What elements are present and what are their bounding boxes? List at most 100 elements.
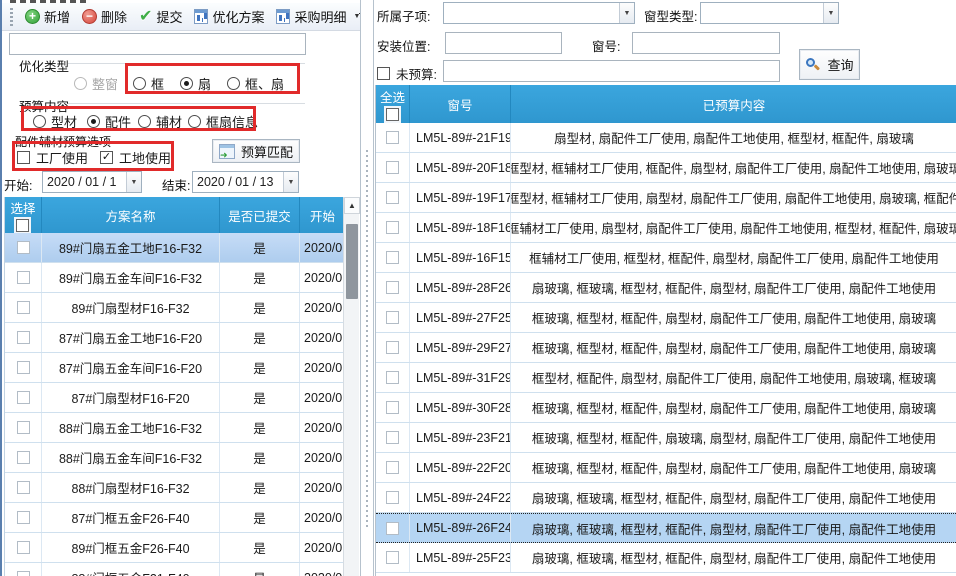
row-checkbox[interactable]: [386, 311, 399, 324]
plan-table-row[interactable]: 88#门扇五金车间F16-F32 是 2020/0: [5, 443, 343, 473]
budget-table-row[interactable]: LM5L-89#-30F28 框玻璃, 框型材, 框配件, 扇型材, 扇配件工厂…: [376, 393, 956, 423]
radio-profile[interactable]: 型材: [33, 112, 77, 131]
budget-table-row[interactable]: LM5L-89#-16F15 框辅材工厂使用, 框型材, 框配件, 扇型材, 扇…: [376, 243, 956, 273]
plan-table-row[interactable]: 89#门扇五金车间F16-F32 是 2020/0: [5, 263, 343, 293]
no-budget-input[interactable]: [443, 60, 780, 82]
budget-table-row[interactable]: LM5L-89#-25F23 扇玻璃, 框玻璃, 框型材, 框配件, 扇型材, …: [376, 543, 956, 573]
window-no-input[interactable]: [632, 32, 780, 54]
checkbox-icon: [377, 67, 390, 80]
row-checkbox[interactable]: [386, 551, 399, 564]
plan-table-row[interactable]: 87#门扇型材F16-F20 是 2020/0: [5, 383, 343, 413]
install-position-input[interactable]: [445, 32, 562, 54]
row-checkbox[interactable]: [17, 391, 30, 404]
optimize-plan-button[interactable]: 优化方案: [188, 4, 270, 29]
row-checkbox[interactable]: [17, 361, 30, 374]
budget-content-column-header[interactable]: 已预算内容: [511, 85, 956, 123]
radio-profile-label: 型材: [51, 112, 77, 131]
budget-select-all-header[interactable]: 全选: [376, 85, 410, 123]
radio-whole-window[interactable]: 整窗: [74, 74, 118, 93]
scrollbar-thumb[interactable]: [346, 224, 358, 299]
panel-splitter[interactable]: [360, 0, 374, 576]
budget-table-row[interactable]: LM5L-89#-21F19 扇型材, 扇配件工厂使用, 扇配件工地使用, 框型…: [376, 123, 956, 153]
plan-select-column-header[interactable]: 选择: [5, 197, 42, 233]
factory-use-checkbox[interactable]: 工厂使用: [17, 148, 88, 167]
row-checkbox[interactable]: [17, 541, 30, 554]
row-checkbox[interactable]: [386, 251, 399, 264]
scroll-up-icon[interactable]: ▲: [344, 197, 360, 214]
row-checkbox[interactable]: [17, 271, 30, 284]
radio-frame-sash-info[interactable]: 框扇信息: [188, 112, 258, 131]
window-type-combo[interactable]: ▼: [700, 2, 839, 24]
row-checkbox[interactable]: [386, 522, 399, 535]
delete-button[interactable]: − 删除: [76, 4, 133, 29]
submit-button[interactable]: ✔ 提交: [133, 4, 188, 29]
plan-table-row[interactable]: 89#门框五金F26-F40 是 2020/0: [5, 533, 343, 563]
plan-start-cell: 2020/0: [300, 233, 343, 262]
row-checkbox[interactable]: [386, 401, 399, 414]
window-no-column-header[interactable]: 窗号: [410, 85, 511, 123]
window-no-cell: LM5L-89#-28F26: [410, 273, 511, 302]
row-checkbox[interactable]: [386, 371, 399, 384]
radio-fitting[interactable]: 配件: [87, 112, 131, 131]
add-button[interactable]: + 新增: [19, 4, 76, 29]
budget-table-row[interactable]: LM5L-89#-31F29 框型材, 框配件, 扇型材, 扇配件工厂使用, 扇…: [376, 363, 956, 393]
row-checkbox[interactable]: [386, 221, 399, 234]
plan-start-column-header[interactable]: 开始: [300, 197, 343, 233]
budget-table-row[interactable]: LM5L-89#-28F26 扇玻璃, 框玻璃, 框型材, 框配件, 扇型材, …: [376, 273, 956, 303]
row-checkbox[interactable]: [17, 331, 30, 344]
row-checkbox[interactable]: [17, 451, 30, 464]
start-date-picker[interactable]: 2020 / 01 / 1 ▼: [42, 171, 142, 193]
window-no-cell: LM5L-89#-21F19: [410, 123, 511, 152]
budget-table-row[interactable]: LM5L-89#-18F16 框辅材工厂使用, 扇型材, 扇配件工厂使用, 扇配…: [376, 213, 956, 243]
plan-table-row[interactable]: 88#门框五金F21-F40 是 2020/0: [5, 563, 343, 576]
budget-table-row-selected[interactable]: LM5L-89#-26F24 扇玻璃, 框玻璃, 框型材, 框配件, 扇型材, …: [376, 513, 956, 543]
query-button[interactable]: 查询: [799, 49, 860, 80]
plan-table-row[interactable]: 89#门扇五金工地F16-F32 是 2020/0: [5, 233, 343, 263]
budget-table-row[interactable]: LM5L-89#-19F17 框型材, 框辅材工厂使用, 扇型材, 扇配件工厂使…: [376, 183, 956, 213]
radio-frame[interactable]: 框: [133, 74, 164, 93]
end-date-picker[interactable]: 2020 / 01 / 13 ▼: [192, 171, 299, 193]
purchase-detail-button[interactable]: 采购明细 ▼: [270, 4, 366, 29]
budget-table-row[interactable]: LM5L-89#-20F18 框型材, 框辅材工厂使用, 框配件, 扇型材, 扇…: [376, 153, 956, 183]
plan-table-row[interactable]: 88#门扇五金工地F16-F32 是 2020/0: [5, 413, 343, 443]
radio-auxiliary[interactable]: 辅材: [138, 112, 182, 131]
plan-table-row[interactable]: 87#门框五金F26-F40 是 2020/0: [5, 503, 343, 533]
plan-table-scrollbar[interactable]: ▲: [343, 197, 359, 576]
plan-table-row[interactable]: 87#门扇五金车间F16-F20 是 2020/0: [5, 353, 343, 383]
row-checkbox[interactable]: [17, 481, 30, 494]
no-budget-checkbox[interactable]: 未预算:: [377, 64, 437, 83]
budget-table-row[interactable]: LM5L-89#-29F27 框玻璃, 框型材, 框配件, 扇型材, 扇配件工厂…: [376, 333, 956, 363]
chevron-down-icon: ▼: [283, 172, 298, 192]
select-all-checkbox[interactable]: [386, 108, 399, 121]
site-use-checkbox[interactable]: ✓ 工地使用: [100, 148, 171, 167]
row-checkbox[interactable]: [386, 461, 399, 474]
radio-frame-sash[interactable]: 框、扇: [227, 74, 284, 93]
row-checkbox[interactable]: [17, 421, 30, 434]
plan-search-input[interactable]: [9, 33, 306, 55]
plan-table-row[interactable]: 88#门扇型材F16-F32 是 2020/0: [5, 473, 343, 503]
budget-table-row[interactable]: LM5L-89#-24F22 扇玻璃, 框玻璃, 框型材, 框配件, 扇型材, …: [376, 483, 956, 513]
row-checkbox[interactable]: [386, 191, 399, 204]
row-checkbox[interactable]: [17, 511, 30, 524]
row-checkbox[interactable]: [17, 571, 30, 576]
budget-table-row[interactable]: LM5L-89#-23F21 框玻璃, 框型材, 框配件, 扇玻璃, 扇型材, …: [376, 423, 956, 453]
plan-table-row[interactable]: 87#门扇五金工地F16-F20 是 2020/0: [5, 323, 343, 353]
budget-table-row[interactable]: LM5L-89#-22F20 框玻璃, 框型材, 框配件, 扇型材, 扇配件工厂…: [376, 453, 956, 483]
plan-submitted-column-header[interactable]: 是否已提交: [220, 197, 300, 233]
row-checkbox[interactable]: [386, 491, 399, 504]
row-checkbox[interactable]: [386, 161, 399, 174]
budget-table-row[interactable]: LM5L-89#-27F25 框玻璃, 框型材, 框配件, 扇型材, 扇配件工厂…: [376, 303, 956, 333]
row-checkbox[interactable]: [386, 131, 399, 144]
toolbar-grip[interactable]: [10, 8, 13, 26]
sub-item-combo[interactable]: ▼: [443, 2, 635, 24]
plan-name-column-header[interactable]: 方案名称: [42, 197, 220, 233]
row-checkbox[interactable]: [17, 241, 30, 254]
select-all-checkbox[interactable]: [16, 219, 29, 232]
radio-sash[interactable]: 扇: [180, 74, 211, 93]
budget-match-button[interactable]: 预算匹配: [212, 139, 300, 163]
row-checkbox[interactable]: [17, 301, 30, 314]
row-checkbox[interactable]: [386, 341, 399, 354]
row-checkbox[interactable]: [386, 431, 399, 444]
plan-table-row[interactable]: 89#门扇型材F16-F32 是 2020/0: [5, 293, 343, 323]
row-checkbox[interactable]: [386, 281, 399, 294]
